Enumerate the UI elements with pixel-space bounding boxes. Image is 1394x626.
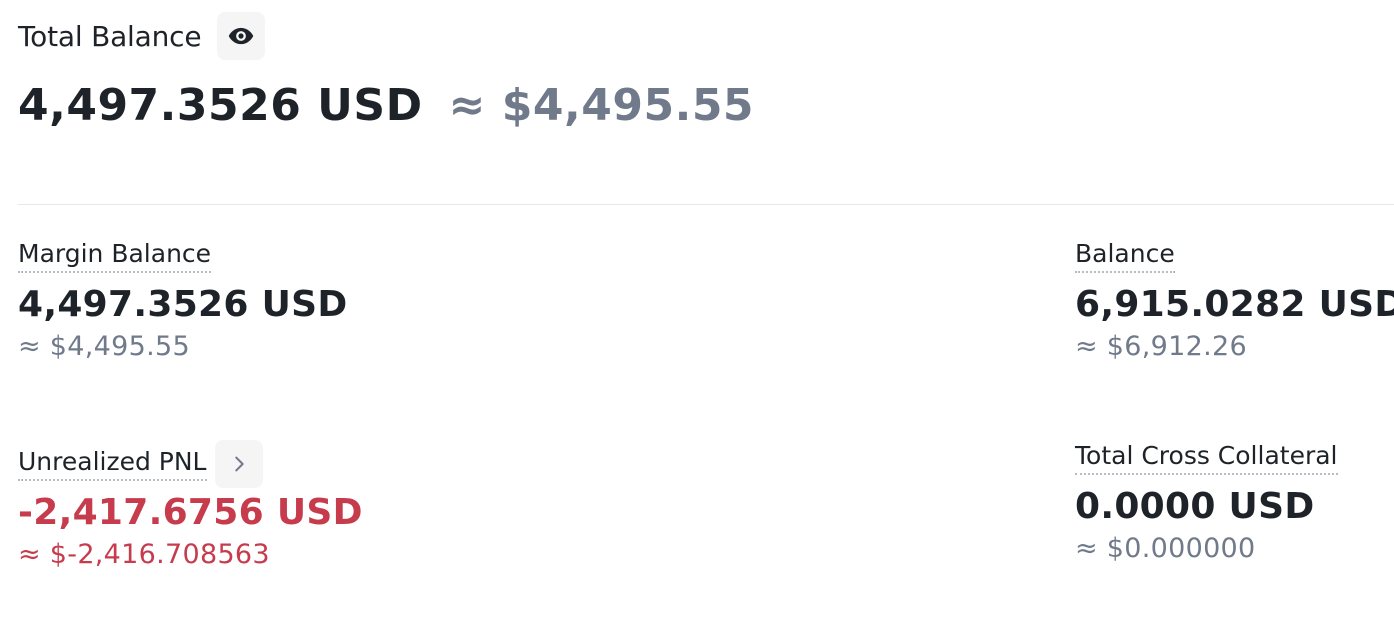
margin-balance-stat: Margin Balance 4,497.3526 USD ≈ $4,495.5… <box>18 232 348 362</box>
unrealized-pnl-stat: Unrealized PNL -2,417.6756 USD ≈ $-2,416… <box>18 440 363 570</box>
balance-label[interactable]: Balance <box>1075 239 1175 273</box>
eye-icon <box>229 27 254 45</box>
balance-approx: ≈ $6,912.26 <box>1075 331 1247 362</box>
total-cross-collateral-approx: ≈ $0.000000 <box>1075 533 1256 564</box>
unrealized-pnl-label[interactable]: Unrealized PNL <box>18 447 207 481</box>
total-cross-collateral-stat: Total Cross Collateral 0.0000 USD ≈ $0.0… <box>1075 434 1338 564</box>
total-cross-collateral-value: 0.0000 USD <box>1075 486 1315 527</box>
chevron-right-icon <box>234 456 244 472</box>
unrealized-pnl-details-button[interactable] <box>214 440 263 488</box>
total-balance-header: Total Balance <box>18 12 266 60</box>
margin-balance-approx: ≈ $4,495.55 <box>18 331 190 362</box>
divider <box>18 204 1394 205</box>
total-balance-row: 4,497.3526 USD ≈ $4,495.55 <box>18 80 754 131</box>
margin-balance-label[interactable]: Margin Balance <box>18 239 212 273</box>
balance-value: 6,915.0282 USD <box>1075 284 1394 325</box>
unrealized-pnl-approx: ≈ $-2,416.708563 <box>18 539 270 570</box>
total-balance-value: 4,497.3526 USD <box>18 80 423 131</box>
total-cross-collateral-label[interactable]: Total Cross Collateral <box>1075 441 1338 475</box>
margin-balance-value: 4,497.3526 USD <box>18 284 348 325</box>
total-balance-title: Total Balance <box>18 19 202 53</box>
total-balance-approx: ≈ $4,495.55 <box>448 80 755 131</box>
unrealized-pnl-value: -2,417.6756 USD <box>18 492 363 533</box>
balance-stat: Balance 6,915.0282 USD ≈ $6,912.26 <box>1075 232 1394 362</box>
toggle-visibility-button[interactable] <box>217 12 266 60</box>
